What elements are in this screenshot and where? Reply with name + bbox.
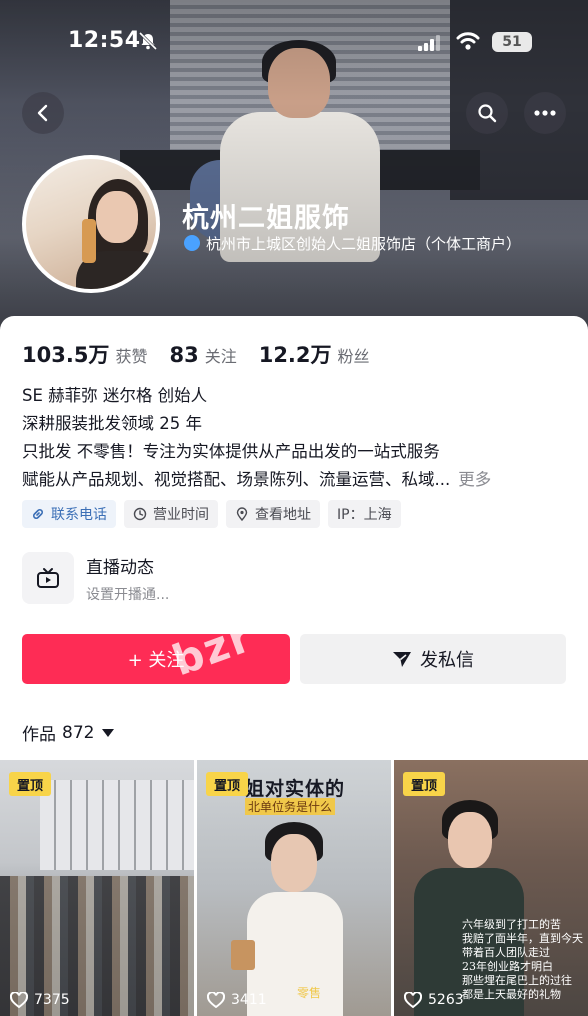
tv-icon (37, 568, 59, 588)
signal-icon (418, 35, 440, 51)
pinned-badge: 置顶 (206, 772, 248, 796)
heart-icon (404, 992, 422, 1008)
battery-indicator: 51 (492, 32, 532, 52)
pinned-badge: 置顶 (9, 772, 51, 796)
live-icon-box (22, 552, 74, 604)
chevron-left-icon (37, 104, 48, 122)
works-count: 872 (62, 722, 95, 743)
search-button[interactable] (466, 92, 508, 134)
live-title: 直播动态 (86, 557, 154, 578)
play-count-value: 3411 (231, 992, 267, 1008)
video-tile[interactable]: 置顶 7375 (0, 760, 194, 1016)
bio-line: 深耕服装批发领域 25 年 (22, 414, 202, 433)
live-subtitle: 设置开播通... (86, 586, 170, 603)
play-count-value: 5263 (428, 992, 464, 1008)
bio-line: 赋能从产品规划、视觉搭配、场景陈列、流量运营、私域... (22, 470, 451, 489)
avatar-face (96, 191, 138, 243)
following-count[interactable]: 83 (169, 343, 198, 367)
likes-count: 103.5万 (22, 343, 110, 367)
tag-hours[interactable]: 营业时间 (124, 500, 218, 528)
video-overlay-text: 六年级到了打工的苦 我赔了面半年，直到今天 带着百人团队走过 23年创业路才明白… (462, 918, 583, 1001)
avatar[interactable] (22, 155, 160, 293)
tag-label: 查看地址 (255, 507, 311, 523)
wifi-icon (456, 32, 480, 50)
caret-down-icon (102, 728, 115, 737)
bell-off-icon (138, 31, 158, 51)
send-icon (393, 652, 411, 667)
play-count-value: 7375 (34, 992, 70, 1008)
link-icon (33, 509, 43, 519)
play-count: 5263 (404, 992, 464, 1008)
video-thumbnail-face (448, 812, 492, 868)
search-icon (478, 104, 497, 123)
live-text: 直播动态 设置开播通... (86, 553, 169, 604)
heart-icon (207, 992, 225, 1008)
stats-row: 103.5万 获赞 83 关注 12.2万 粉丝 (22, 339, 392, 369)
play-count: 3411 (207, 992, 267, 1008)
verified-description[interactable]: 杭州市上城区创始人二姐服饰店（个体工商户） (206, 233, 521, 254)
live-entry[interactable]: 直播动态 设置开播通... (22, 552, 169, 604)
more-dots-icon (534, 110, 556, 116)
followers-count[interactable]: 12.2万 (259, 339, 332, 369)
video-grid: 置顶 7375 姐对实体的 北单位务是什么 零售 置顶 3411 六年级到了打工… (0, 760, 588, 1016)
tag-address[interactable]: 查看地址 (226, 500, 320, 528)
tag-label: 联系电话 (51, 507, 107, 523)
more-button[interactable] (524, 92, 566, 134)
tag-ip: IP：上海 (328, 500, 401, 528)
video-thumbnail-face (271, 834, 317, 892)
location-icon (236, 507, 248, 521)
video-tile[interactable]: 六年级到了打工的苦 我赔了面半年，直到今天 带着百人团队走过 23年创业路才明白… (394, 760, 588, 1016)
bio-line-last: 赋能从产品规划、视觉搭配、场景陈列、流量运营、私域... 更多 (22, 466, 562, 494)
message-button[interactable]: 发私信 (300, 634, 566, 684)
profile-name: 杭州二姐服饰 (182, 203, 350, 234)
bio-line: SE 赫菲弥 迷尔格 创始人 (22, 386, 208, 405)
tag-phone[interactable]: 联系电话 (22, 500, 116, 528)
verified-badge-icon (184, 235, 200, 251)
bio-more-link[interactable]: 更多 (458, 470, 491, 489)
back-button[interactable] (22, 92, 64, 134)
status-time: 12:54 (68, 28, 141, 53)
works-label: 作品 (22, 725, 56, 745)
play-count: 7375 (10, 992, 70, 1008)
pinned-badge: 置顶 (403, 772, 445, 796)
works-tab[interactable]: 作品 872 (22, 720, 115, 745)
bio-line: 只批发 不零售！专注为实体提供从产品出发的一站式服务 (22, 442, 440, 461)
video-caption: 零售 (297, 986, 322, 1000)
heart-icon (10, 992, 28, 1008)
following-label[interactable]: 关注 (205, 343, 237, 367)
bio[interactable]: SE 赫菲弥 迷尔格 创始人 深耕服装批发领域 25 年 只批发 不零售！专注为… (22, 382, 562, 494)
clock-icon (133, 507, 147, 521)
likes-label: 获赞 (115, 347, 148, 366)
video-overlay-subtitle: 北单位务是什么 (245, 798, 336, 815)
tag-label: IP：上海 (337, 507, 392, 523)
info-tags: 联系电话 营业时间 查看地址 IP：上海 (22, 500, 401, 528)
video-thumbnail-building (40, 780, 194, 870)
video-tile[interactable]: 姐对实体的 北单位务是什么 零售 置顶 3411 (197, 760, 391, 1016)
message-label: 发私信 (420, 650, 474, 671)
video-overlay-title: 姐对实体的 (245, 778, 346, 800)
followers-label[interactable]: 粉丝 (338, 343, 370, 367)
tag-label: 营业时间 (153, 507, 209, 523)
profile-screen: 12:54 51 杭州二姐服饰 杭州市上城区创始人二姐服饰店（个体工商户） 10… (0, 0, 588, 1016)
avatar-bottle (82, 219, 96, 263)
video-thumbnail-cup (231, 940, 255, 970)
